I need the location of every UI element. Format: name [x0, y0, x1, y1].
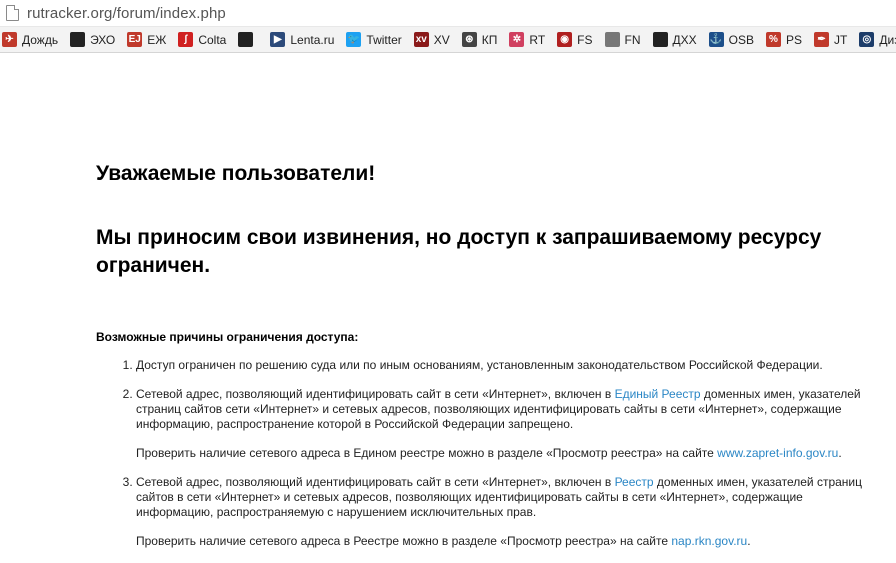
bookmark-rt[interactable]: ✲ RT: [509, 32, 545, 47]
page-icon: [6, 5, 19, 21]
xv-icon: xv: [413, 32, 429, 47]
bookmark-label: JT: [834, 32, 848, 47]
bookmark-fs[interactable]: ◉ FS: [557, 32, 593, 47]
page-content: Уважаемые пользователи! Мы приносим свои…: [96, 160, 876, 563]
bookmark-label: Twitter: [366, 32, 402, 47]
d-icon: D: [238, 32, 254, 47]
greeting-heading: Уважаемые пользователи!: [96, 162, 376, 185]
bookmark-label: Диза: [879, 32, 896, 47]
url-text[interactable]: rutracker.org/forum/index.php: [27, 5, 226, 22]
bookmark-lenta[interactable]: ▶ Lenta.ru: [270, 32, 334, 47]
check-text-part: .: [747, 534, 751, 548]
ej-icon: EJ: [127, 32, 143, 47]
bookmark-label: Lenta.ru: [290, 32, 335, 47]
reason-text: Доступ ограничен по решению суда или по …: [136, 358, 876, 373]
twitter-icon: 🐦: [346, 32, 362, 47]
reason-text-part: Сетевой адрес, позволяющий идентифициров…: [136, 475, 615, 489]
bookmark-twitter[interactable]: 🐦 Twitter: [346, 32, 402, 47]
echo-icon: »: [70, 32, 86, 47]
bookmarks-bar: ✈ Дождь » ЭХО EJ ЕЖ ʃ Colta D ▶ Lenta.ru 🐦 Twitter xv…: [0, 27, 896, 53]
colta-icon: ʃ: [178, 32, 194, 47]
dozhd-icon: ✈: [2, 32, 17, 47]
reason-item: Сетевой адрес, позволяющий идентифициров…: [136, 475, 876, 549]
bookmark-dxx[interactable]: XX ДХХ: [652, 32, 697, 47]
check-text-part: Проверить наличие сетевого адреса в Реес…: [136, 534, 672, 548]
registry-check-text: Проверить наличие сетевого адреса в Реес…: [136, 534, 876, 549]
osb-icon: ⚓: [708, 32, 724, 47]
bookmark-osb[interactable]: ⚓ OSB: [708, 32, 754, 47]
bookmark-label: FS: [577, 32, 593, 47]
bookmark-label: RT: [529, 32, 546, 47]
reasons-title: Возможные причины ограничения доступа:: [96, 330, 359, 344]
lenta-icon: ▶: [270, 32, 286, 47]
bookmark-ej[interactable]: EJ ЕЖ: [127, 32, 166, 47]
registry-link[interactable]: Единый Реестр: [615, 387, 701, 401]
fs-icon: ◉: [557, 32, 573, 47]
check-text-part: .: [838, 446, 842, 460]
bookmark-dozhd[interactable]: ✈ Дождь: [2, 32, 58, 47]
bookmark-colta[interactable]: ʃ Colta: [178, 32, 226, 47]
reason-item: Доступ ограничен по решению суда или по …: [136, 358, 876, 373]
registry-link[interactable]: Реестр: [615, 475, 654, 489]
check-text-part: Проверить наличие сетевого адреса в Един…: [136, 446, 718, 460]
bookmark-label: XV: [433, 32, 450, 47]
reason-text: Сетевой адрес, позволяющий идентифициров…: [136, 387, 876, 432]
registry-site-link[interactable]: www.zapret-info.gov.ru: [717, 446, 838, 460]
kp-icon: ⊛: [461, 32, 477, 47]
bookmark-xv[interactable]: xv XV: [413, 32, 450, 47]
bookmark-label: ЕЖ: [147, 32, 167, 47]
reason-text-part: Доступ ограничен по решению суда или по …: [136, 358, 823, 372]
diza-icon: ◎: [859, 32, 875, 47]
bookmark-label: FN: [624, 32, 641, 47]
bookmark-kp[interactable]: ⊛ КП: [461, 32, 498, 47]
bookmark-label: PS: [786, 32, 803, 47]
reasons-list: Доступ ограничен по решению суда или по …: [96, 358, 876, 549]
bookmark-label: OSB: [728, 32, 754, 47]
registry-check-text: Проверить наличие сетевого адреса в Един…: [136, 446, 876, 461]
fn-icon: ▯: [604, 32, 620, 47]
reason-text: Сетевой адрес, позволяющий идентифициров…: [136, 475, 876, 520]
bookmark-jt[interactable]: ✒ JT: [814, 32, 847, 47]
reason-item: Сетевой адрес, позволяющий идентифициров…: [136, 387, 876, 461]
bookmark-label: Дождь: [22, 32, 59, 47]
address-bar[interactable]: rutracker.org/forum/index.php: [0, 0, 896, 27]
dxx-icon: XX: [652, 32, 668, 47]
jt-icon: ✒: [814, 32, 830, 47]
bookmark-label: ДХХ: [672, 32, 697, 47]
bookmark-label: КП: [481, 32, 498, 47]
bookmark-label: Colta: [198, 32, 227, 47]
reason-text-part: Сетевой адрес, позволяющий идентифициров…: [136, 387, 615, 401]
bookmark-fn[interactable]: ▯ FN: [604, 32, 641, 47]
bookmark-ps[interactable]: % PS: [766, 32, 802, 47]
bookmark-label: ЭХО: [90, 32, 116, 47]
ps-icon: %: [766, 32, 781, 47]
rt-icon: ✲: [509, 32, 525, 47]
apology-heading: Мы приносим свои извинения, но доступ к …: [96, 226, 822, 277]
bookmark-diza[interactable]: ◎ Диза: [859, 32, 896, 47]
bookmark-echo[interactable]: » ЭХО: [70, 32, 115, 47]
bookmark-d[interactable]: D: [238, 32, 258, 47]
registry-site-link[interactable]: nap.rkn.gov.ru: [671, 534, 747, 548]
